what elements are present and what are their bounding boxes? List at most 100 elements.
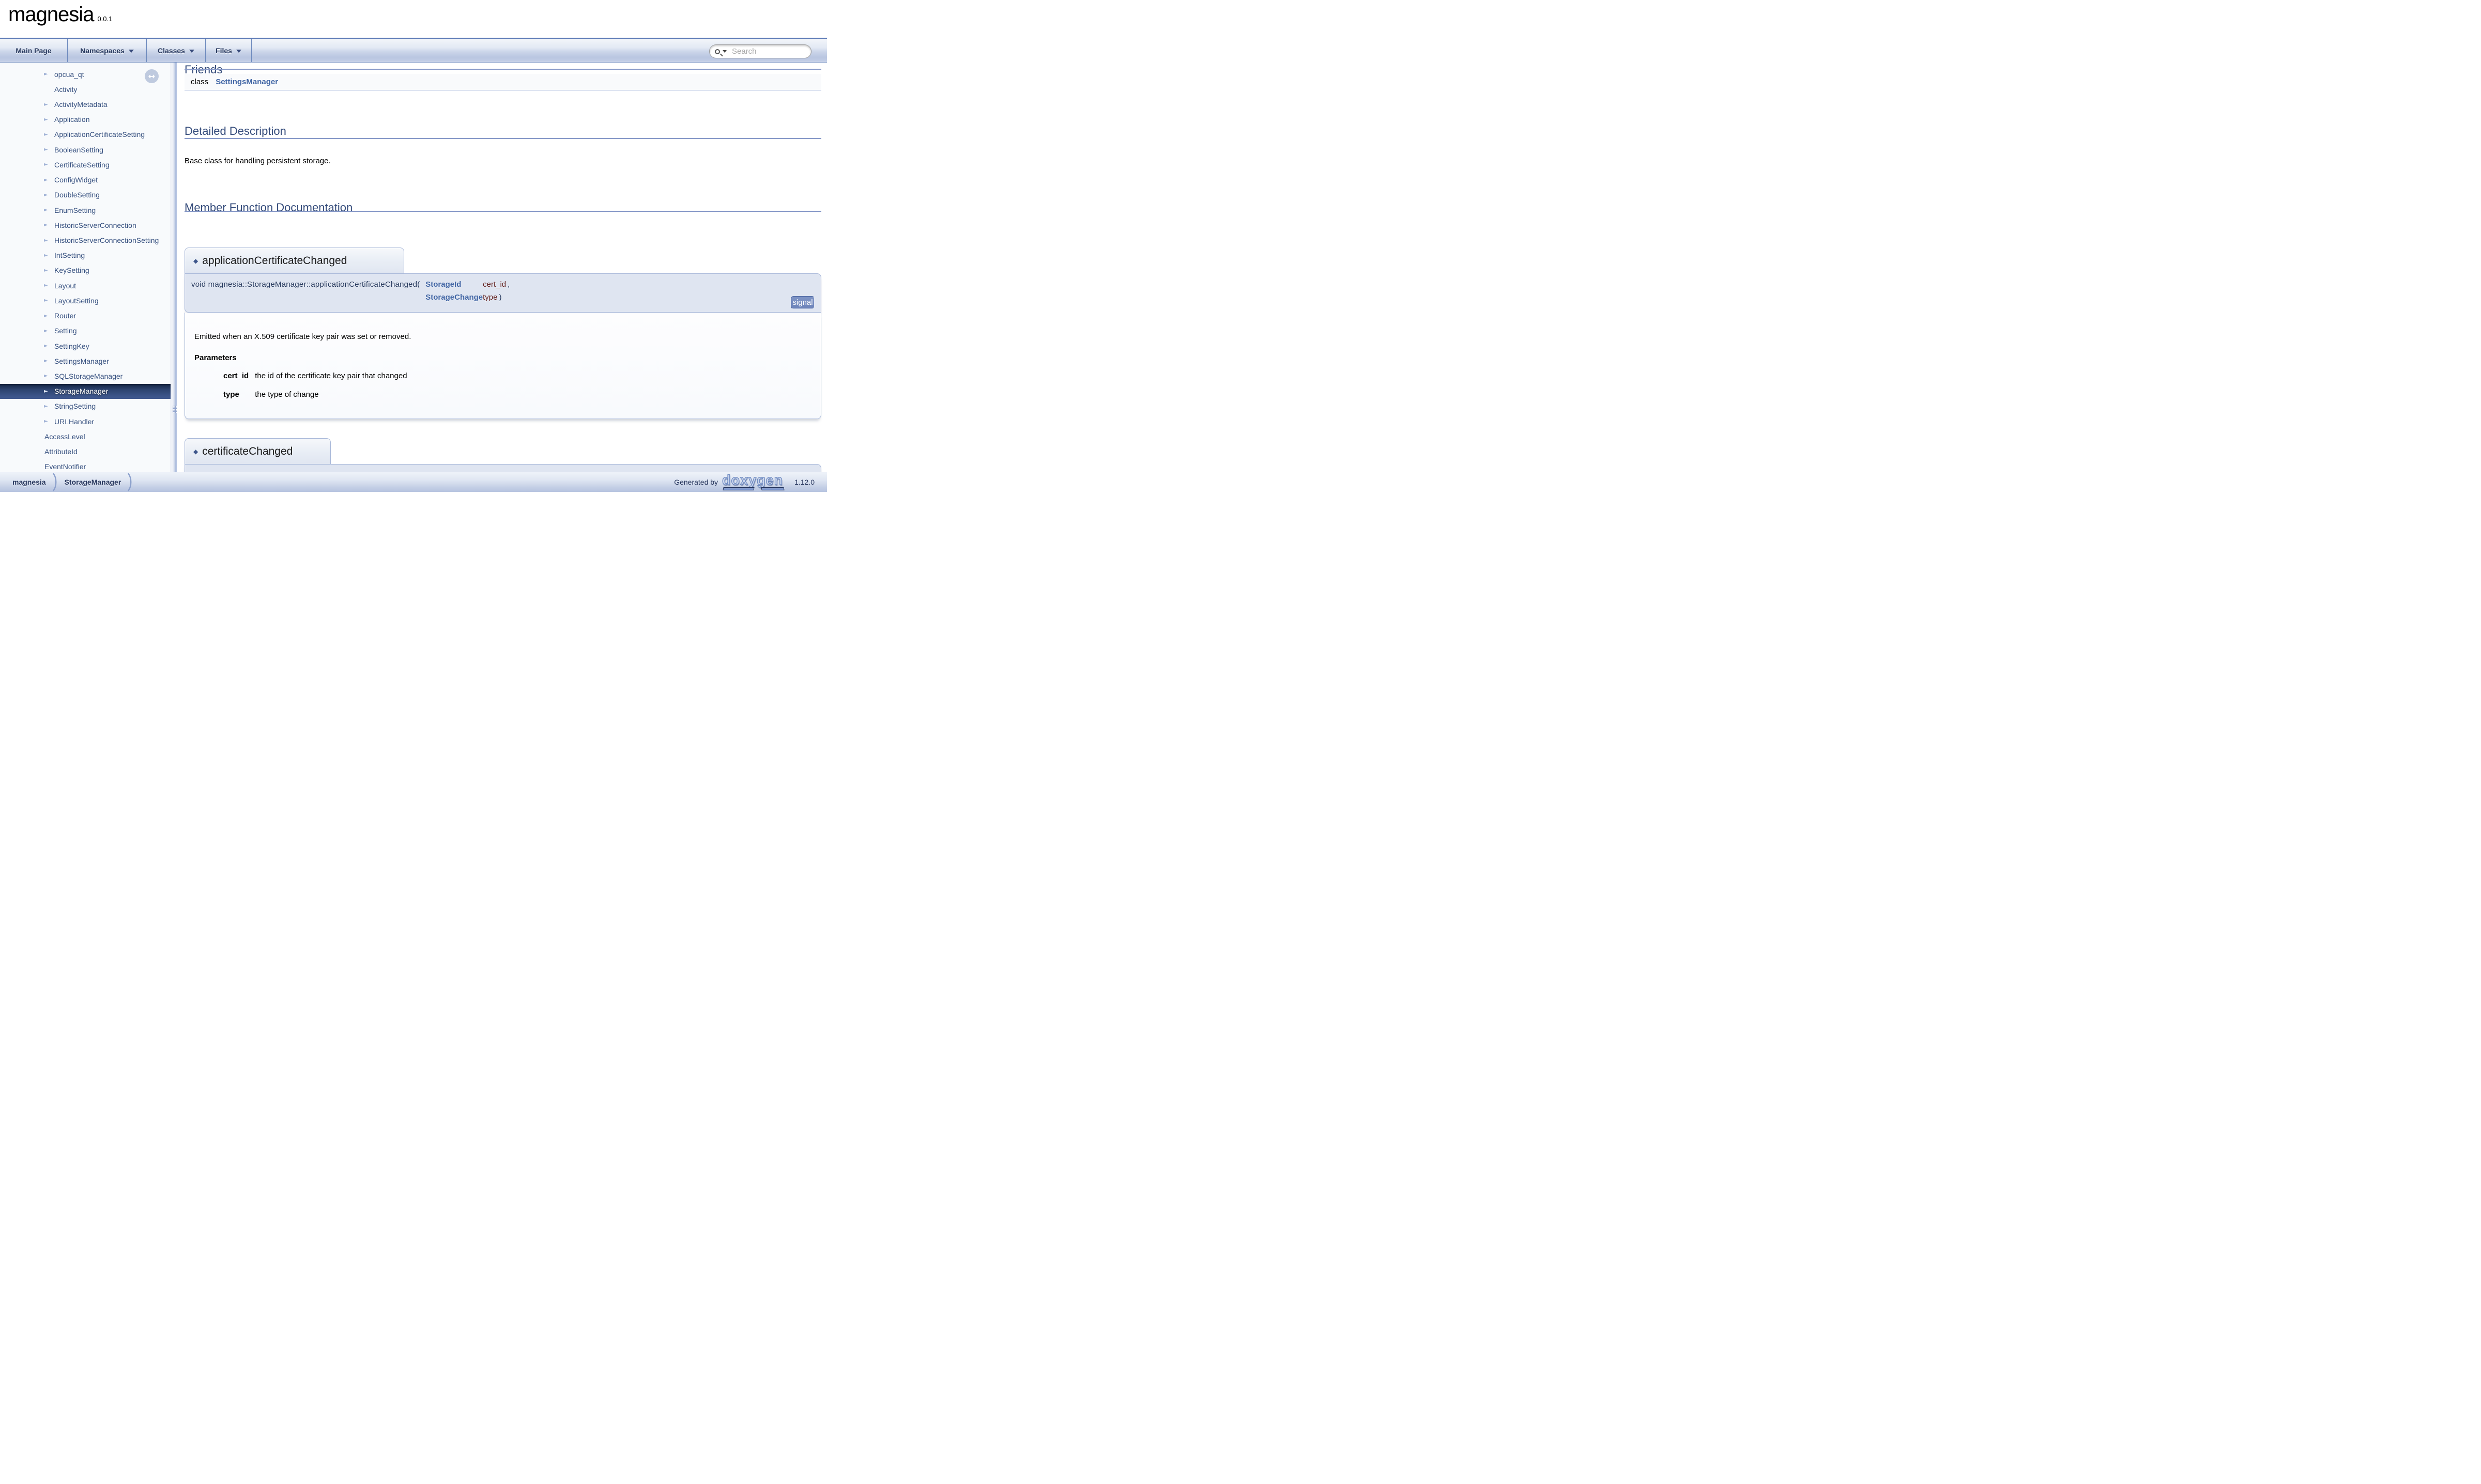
breadcrumb-separator-icon <box>52 473 59 491</box>
tree-expand-arrow-icon[interactable]: ► <box>44 117 54 122</box>
storagechange-type-link[interactable]: StorageChange <box>425 293 483 302</box>
project-name: magnesia0.0.1 <box>8 3 112 26</box>
storageid-type-link[interactable]: StorageId <box>425 280 461 289</box>
sidebar-item-applicationcertificatesetting[interactable]: ►ApplicationCertificateSetting <box>0 127 171 142</box>
tree-expand-arrow-icon[interactable]: ► <box>44 389 54 394</box>
sidebar-item-label: opcua_qt <box>54 70 84 79</box>
signal-badge: signal <box>791 296 815 309</box>
member-name: void magnesia::StorageManager::applicati… <box>191 278 417 291</box>
sidebar-item-doublesetting[interactable]: ►DoubleSetting <box>0 188 171 203</box>
breadcrumb-storagemanager[interactable]: StorageManager <box>65 478 121 486</box>
sidebar-item-settingsmanager[interactable]: ►SettingsManager <box>0 353 171 368</box>
tab-main-page[interactable]: Main Page <box>0 39 68 62</box>
splitter-grip-icon[interactable] <box>173 406 177 413</box>
tab-label: Main Page <box>16 47 51 55</box>
sidebar-item-label: LayoutSetting <box>54 297 99 305</box>
sidebar-item-urlhandler[interactable]: ►URLHandler <box>0 414 171 429</box>
tree-expand-arrow-icon[interactable]: ► <box>44 192 54 198</box>
tab-files[interactable]: Files <box>206 39 252 62</box>
search-input[interactable] <box>731 47 803 56</box>
tree-expand-arrow-icon[interactable]: ► <box>44 358 54 364</box>
tree-expand-arrow-icon[interactable]: ► <box>44 404 54 409</box>
sidebar-item-configwidget[interactable]: ►ConfigWidget <box>0 173 171 188</box>
sidebar-item-booleansetting[interactable]: ►BooleanSetting <box>0 142 171 157</box>
sidebar-item-activity[interactable]: Activity <box>0 82 171 97</box>
tree-expand-arrow-icon[interactable]: ► <box>44 238 54 243</box>
tree-expand-arrow-icon[interactable]: ► <box>44 283 54 288</box>
tree-expand-arrow-icon[interactable]: ► <box>44 328 54 334</box>
memtitle-certificatechanged[interactable]: ◆ certificateChanged <box>185 438 331 464</box>
sidebar-item-label: Setting <box>54 327 77 335</box>
sidebar-item-label: IntSetting <box>54 251 85 259</box>
tree-expand-arrow-icon[interactable]: ► <box>44 298 54 303</box>
chevron-down-icon <box>129 50 134 53</box>
param-doc-desc: the id of the certificate key pair that … <box>255 369 413 388</box>
tree-expand-arrow-icon[interactable]: ► <box>44 222 54 228</box>
search-icon[interactable] <box>715 49 720 54</box>
sidebar-item-historicserverconnectionsetting[interactable]: ►HistoricServerConnectionSetting <box>0 233 171 248</box>
tree-expand-arrow-icon[interactable]: ► <box>44 207 54 213</box>
sidebar-item-label: CertificateSetting <box>54 161 110 169</box>
sidebar-item-attributeid[interactable]: AttributeId <box>0 444 171 459</box>
tab-classes[interactable]: Classes <box>147 39 206 62</box>
breadcrumb-magnesia[interactable]: magnesia <box>12 478 46 486</box>
tree-expand-arrow-icon[interactable]: ► <box>44 162 54 167</box>
sidebar-resize-splitter[interactable] <box>173 63 177 494</box>
sidebar-item-router[interactable]: ►Router <box>0 308 171 323</box>
class-tree: ►opcua_qt Activity ►ActivityMetadata ►Ap… <box>0 67 173 474</box>
doxygen-version: 1.12.0 <box>794 478 815 486</box>
sidebar-item-accesslevel[interactable]: AccessLevel <box>0 429 171 444</box>
breadcrumb-separator-icon <box>127 473 134 491</box>
bottom-margin <box>0 492 827 494</box>
nav-tabs: Main Page Namespaces Classes Files <box>0 39 252 62</box>
member-function-documentation-heading: Member Function Documentation <box>185 201 353 214</box>
tree-expand-arrow-icon[interactable]: ► <box>44 71 54 77</box>
tree-expand-arrow-icon[interactable]: ► <box>44 177 54 183</box>
tree-expand-arrow-icon[interactable]: ► <box>44 419 54 424</box>
sidebar-item-application[interactable]: ►Application <box>0 112 171 127</box>
tab-label: Files <box>216 47 232 55</box>
class-brief-description: Base class for handling persistent stora… <box>185 157 331 165</box>
sidebar-item-stringsetting[interactable]: ►StringSetting <box>0 399 171 414</box>
doxygen-logo[interactable]: doxygen <box>722 473 790 491</box>
search-filter-caret-icon[interactable] <box>723 50 727 53</box>
tree-expand-arrow-icon[interactable]: ► <box>44 343 54 349</box>
search-box[interactable] <box>709 44 811 58</box>
tree-expand-arrow-icon[interactable]: ► <box>44 313 54 319</box>
tree-expand-arrow-icon[interactable]: ► <box>44 268 54 273</box>
memtitle-applicationcertificatechanged[interactable]: ◆ applicationCertificateChanged <box>185 248 404 273</box>
sidebar-item-label: BooleanSetting <box>54 146 103 154</box>
param-name: type <box>483 293 497 302</box>
tree-expand-arrow-icon[interactable]: ► <box>44 147 54 152</box>
page-header: magnesia0.0.1 <box>0 0 827 38</box>
sidebar-item-certificatesetting[interactable]: ►CertificateSetting <box>0 157 171 172</box>
sidebar-item-keysetting[interactable]: ►KeySetting <box>0 263 171 278</box>
sidebar-item-layoutsetting[interactable]: ►LayoutSetting <box>0 293 171 308</box>
sidebar-item-activitymetadata[interactable]: ►ActivityMetadata <box>0 97 171 112</box>
param-name: cert_id <box>483 280 506 289</box>
tree-expand-arrow-icon[interactable]: ► <box>44 132 54 137</box>
sidebar-item-label: HistoricServerConnectionSetting <box>54 236 159 244</box>
sidebar-item-enumsetting[interactable]: ►EnumSetting <box>0 203 171 218</box>
sidebar-item-setting[interactable]: ►Setting <box>0 323 171 338</box>
tree-expand-arrow-icon[interactable]: ► <box>44 373 54 379</box>
parameters-heading: Parameters <box>194 353 811 362</box>
sidebar-item-layout[interactable]: ►Layout <box>0 278 171 293</box>
tab-label: Classes <box>158 47 185 55</box>
sidebar-item-label: SQLStorageManager <box>54 372 122 380</box>
sidebar-item-intsetting[interactable]: ►IntSetting <box>0 248 171 263</box>
tree-expand-arrow-icon[interactable]: ► <box>44 102 54 107</box>
tree-expand-arrow-icon[interactable]: ► <box>44 253 54 258</box>
sidebar-item-storagemanager-selected[interactable]: ►StorageManager <box>0 384 171 399</box>
sidebar-item-label: KeySetting <box>54 266 89 274</box>
sidebar-item-label: Activity <box>54 85 77 94</box>
sidebar-item-label: Layout <box>54 282 76 290</box>
diamond-bullet-icon: ◆ <box>193 448 198 455</box>
sidebar-item-sqlstoragemanager[interactable]: ►SQLStorageManager <box>0 368 171 383</box>
tree-sync-toggle-icon[interactable]: ↔ <box>145 69 159 83</box>
doxygen-page: magnesia0.0.1 Main Page Namespaces Class… <box>0 0 827 494</box>
tab-namespaces[interactable]: Namespaces <box>68 39 147 62</box>
sidebar-item-settingkey[interactable]: ►SettingKey <box>0 338 171 353</box>
sidebar-item-historicserverconnection[interactable]: ►HistoricServerConnection <box>0 218 171 233</box>
settingsmanager-link[interactable]: SettingsManager <box>216 78 278 86</box>
